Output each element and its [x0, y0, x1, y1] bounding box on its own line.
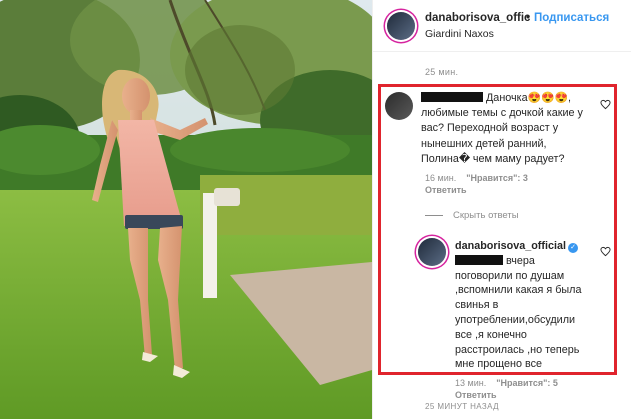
comment-line-3: вас? Переходной возраст у	[421, 122, 559, 135]
reply-line-6: употреблении,обсудили	[455, 313, 576, 326]
photo-scene	[0, 0, 372, 419]
redacted-mention	[455, 254, 503, 265]
reply-time: 13 мин.	[455, 378, 487, 388]
reply-line-2: вчера	[455, 254, 605, 269]
reply-reply-button[interactable]: Ответить	[455, 390, 497, 400]
heart-icon[interactable]	[600, 246, 611, 257]
hide-replies-line	[425, 214, 443, 216]
reply-username[interactable]: danaborisova_official	[455, 240, 566, 252]
comment-line-2: любимые темы с дочкой какие у	[421, 107, 583, 120]
reply-line-8: расстроилась ,но теперь	[455, 343, 580, 356]
comment-body: Даночка😍😍😍, любимые темы с дочкой какие …	[421, 91, 599, 167]
hide-replies-toggle[interactable]: Скрыть ответы	[425, 210, 519, 221]
reply-line-1: danaborisova_official ✓	[455, 239, 605, 254]
caption-time: 25 мин.	[425, 67, 459, 77]
reply-meta: 13 мин. "Нравится": 5	[455, 378, 558, 388]
post-location[interactable]: Giardini Naxos	[425, 28, 494, 40]
follow-button[interactable]: • Подписаться	[526, 12, 609, 24]
author-username[interactable]: danaborisova_offic	[425, 12, 530, 24]
post-photo[interactable]	[0, 0, 372, 419]
comment-likes[interactable]: "Нравится": 3	[466, 173, 528, 183]
heart-icon[interactable]	[600, 99, 611, 110]
post-timestamp: 25 МИНУТ НАЗАД	[425, 402, 499, 411]
comment-reply-button[interactable]: Ответить	[425, 185, 467, 195]
post-header: danaborisova_offic • Подписаться Giardini…	[373, 0, 631, 52]
reply-line-4: ,вспомнили какая я была	[455, 284, 582, 297]
comment-line-1: Даночка😍😍😍,	[421, 91, 599, 106]
comment-time: 16 мин.	[425, 173, 457, 183]
reply-likes[interactable]: "Нравится": 5	[496, 378, 558, 388]
reply-line-7: все ,я конечно	[455, 328, 527, 341]
commenter-avatar[interactable]	[385, 92, 413, 120]
verified-badge-icon: ✓	[568, 243, 579, 253]
author-avatar[interactable]	[387, 12, 415, 40]
comment-line-4: нынешних детей ранний,	[421, 137, 547, 150]
follow-label: Подписаться	[534, 12, 610, 24]
comments-panel: danaborisova_offic • Подписаться Giardini…	[372, 0, 631, 419]
comment-meta: 16 мин. "Нравится": 3	[425, 173, 528, 183]
redacted-username	[421, 92, 483, 102]
reply-body: danaborisova_official ✓ вчера поговорили …	[455, 239, 605, 372]
separator-dot: •	[526, 12, 531, 24]
comment-line-5: Полина� чем маму радует?	[421, 152, 565, 165]
reply-line-3: поговорили по душам	[455, 269, 565, 282]
reply-line-9: мне прощено все	[455, 358, 542, 371]
reply-author-avatar[interactable]	[418, 238, 446, 266]
reply-line-5: свинья в	[455, 299, 499, 312]
hide-replies-label: Скрыть ответы	[453, 210, 519, 221]
